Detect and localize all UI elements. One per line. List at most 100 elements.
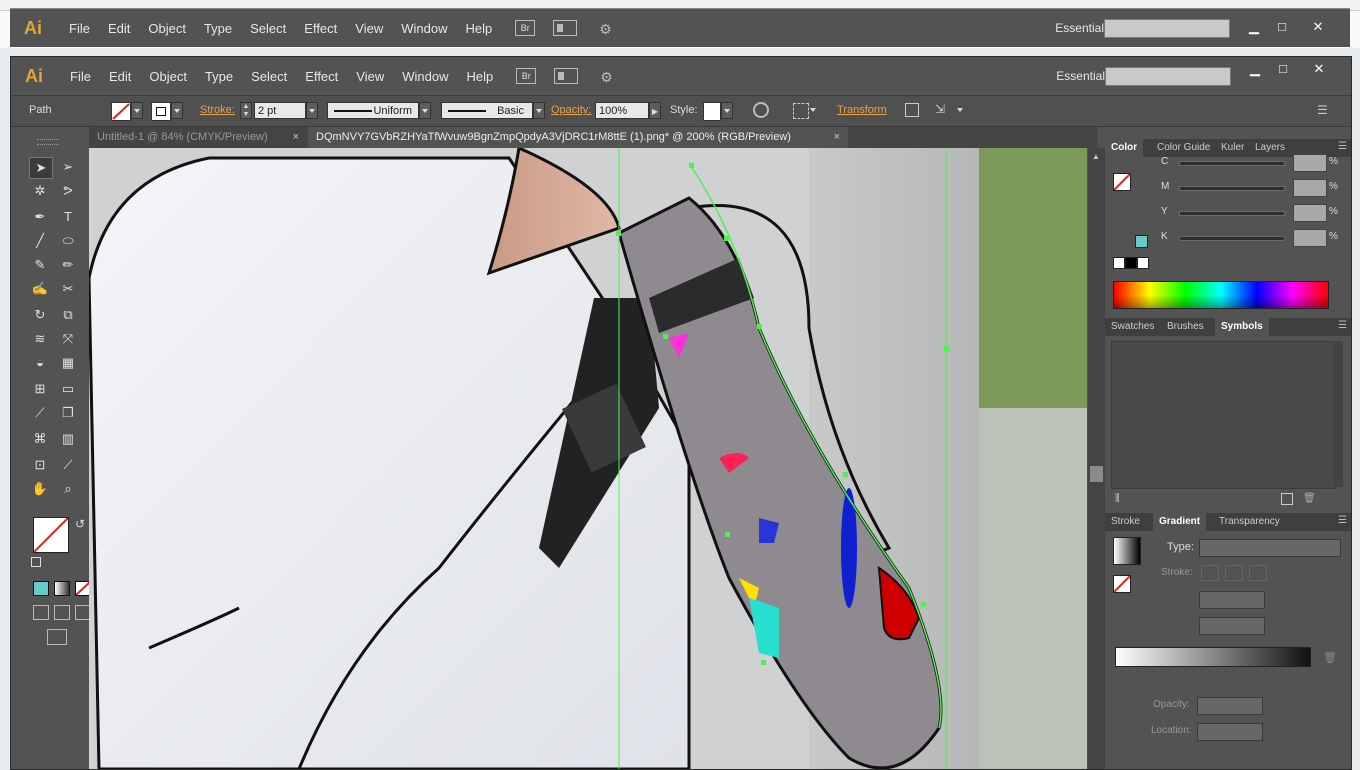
pen-tool-icon[interactable]: ✒ — [29, 207, 51, 227]
menu-edit[interactable]: Edit — [100, 69, 140, 84]
magic-wand-tool-icon[interactable]: ✲ — [29, 181, 51, 201]
gradient-preview[interactable] — [1113, 537, 1141, 565]
tab-untitled-1[interactable]: Untitled-1 @ 84% (CMYK/Preview) × — [89, 127, 307, 148]
new-symbol-icon[interactable] — [1281, 493, 1293, 505]
ellipse-tool-icon[interactable]: ⬭ — [57, 231, 79, 251]
bg-menu-select[interactable]: Select — [241, 21, 295, 36]
bg-minimize-button[interactable]: ▁ — [1244, 19, 1264, 35]
bg-search-input[interactable] — [1104, 18, 1230, 38]
tab-gradient[interactable]: Gradient — [1153, 513, 1207, 531]
panel-menu-icon[interactable]: ☰ — [1338, 320, 1347, 331]
bg-maximize-button[interactable]: □ — [1272, 19, 1292, 35]
tab-stroke[interactable]: Stroke — [1105, 513, 1146, 531]
pencil-tool-icon[interactable]: ✏ — [57, 255, 79, 275]
brush-dropdown[interactable] — [533, 102, 545, 119]
blend-tool-icon[interactable]: ❐ — [57, 403, 79, 423]
last-color-swatch[interactable] — [1135, 235, 1148, 248]
variable-width-profile[interactable]: Uniform — [327, 102, 419, 119]
gradient-slider[interactable] — [1115, 647, 1311, 667]
stroke-swatch[interactable] — [151, 102, 171, 121]
isolate-object-icon[interactable] — [905, 103, 919, 117]
menu-effect[interactable]: Effect — [296, 69, 347, 84]
symbol-sprayer-tool-icon[interactable]: ⌘ — [29, 429, 51, 449]
panel-menu-icon[interactable]: ☰ — [1338, 141, 1347, 152]
y-value-input[interactable] — [1293, 204, 1327, 222]
gradient-mode-icon[interactable] — [54, 581, 70, 596]
stroke-gradient-across-icon[interactable] — [1249, 565, 1267, 581]
c-value-input[interactable] — [1293, 154, 1327, 172]
shape-builder-options-icon[interactable]: ⇲ — [935, 102, 953, 118]
close-tab-icon[interactable]: × — [293, 127, 299, 148]
opacity-label[interactable]: Opacity: — [551, 104, 591, 116]
opacity-slider-button[interactable]: ▶ — [649, 102, 661, 119]
recolor-artwork-icon[interactable] — [753, 102, 769, 118]
stroke-gradient-along-icon[interactable] — [1225, 565, 1243, 581]
default-fill-stroke-icon[interactable] — [31, 557, 41, 567]
menu-select[interactable]: Select — [242, 69, 296, 84]
stroke-gradient-within-icon[interactable] — [1201, 565, 1219, 581]
scroll-up-icon[interactable]: ▲ — [1091, 152, 1101, 162]
bridge-icon[interactable]: Br — [515, 20, 536, 36]
c-slider[interactable] — [1179, 161, 1285, 166]
gradient-tool-icon[interactable]: ▭ — [57, 379, 79, 399]
style-dropdown[interactable] — [721, 102, 733, 119]
bg-menu-edit[interactable]: Edit — [99, 21, 139, 36]
gpu-performance-icon[interactable]: ⚙ — [599, 21, 619, 37]
k-value-input[interactable] — [1293, 229, 1327, 247]
menu-help[interactable]: Help — [457, 69, 502, 84]
tab-symbols[interactable]: Symbols — [1215, 318, 1269, 336]
zoom-tool-icon[interactable]: ⌕ — [57, 479, 79, 499]
paintbrush-tool-icon[interactable]: ✎ — [29, 255, 51, 275]
line-tool-icon[interactable]: ╱ — [29, 231, 51, 251]
warp-tool-icon[interactable]: ≋ — [29, 329, 51, 349]
menu-object[interactable]: Object — [140, 69, 196, 84]
none-color-swatch[interactable] — [1113, 257, 1125, 269]
m-slider[interactable] — [1179, 186, 1285, 191]
gradient-opacity-input[interactable] — [1197, 697, 1263, 715]
scissors-tool-icon[interactable]: ✂ — [57, 279, 79, 299]
vertical-scrollbar[interactable]: ▲ — [1088, 148, 1105, 769]
draw-normal-icon[interactable] — [33, 605, 49, 620]
black-color-swatch[interactable] — [1125, 257, 1137, 269]
stroke-weight-dropdown[interactable] — [306, 102, 318, 119]
menu-file[interactable]: File — [61, 69, 100, 84]
gradient-fill-swatch[interactable] — [1113, 575, 1131, 593]
white-color-swatch[interactable] — [1137, 257, 1149, 269]
gradient-type-select[interactable] — [1199, 539, 1341, 557]
swap-fill-stroke-icon[interactable]: ↺ — [75, 517, 85, 531]
symbols-scrollbar[interactable] — [1333, 341, 1343, 487]
transform-link[interactable]: Transform — [837, 104, 887, 116]
arrange-documents-icon[interactable] — [554, 68, 579, 84]
gpu-performance-icon[interactable]: ⚙ — [600, 69, 620, 85]
close-tab-icon[interactable]: × — [834, 127, 840, 148]
bg-menu-view[interactable]: View — [346, 21, 392, 36]
scale-tool-icon[interactable]: ⧉ — [57, 305, 79, 325]
bridge-icon[interactable]: Br — [516, 68, 537, 84]
minimize-button[interactable]: ▁ — [1245, 61, 1265, 77]
opacity-input[interactable]: 100% — [595, 102, 649, 119]
graphic-style-swatch[interactable] — [703, 102, 721, 121]
artboard-tool-icon[interactable]: ⊡ — [29, 455, 51, 475]
search-input[interactable] — [1105, 66, 1231, 86]
column-graph-tool-icon[interactable]: ▥ — [57, 429, 79, 449]
control-panel-menu-icon[interactable]: ☰ — [1317, 103, 1333, 117]
bg-menu-window[interactable]: Window — [392, 21, 456, 36]
gradient-location-input[interactable] — [1197, 723, 1263, 741]
bg-menu-type[interactable]: Type — [195, 21, 241, 36]
profile-dropdown[interactable] — [419, 102, 431, 119]
maximize-button[interactable]: □ — [1273, 61, 1293, 77]
bg-close-button[interactable]: ✕ — [1308, 19, 1328, 35]
m-value-input[interactable] — [1293, 179, 1327, 197]
gradient-angle-input[interactable] — [1199, 591, 1265, 609]
artboard-canvas[interactable] — [89, 148, 1087, 769]
color-spectrum[interactable] — [1113, 281, 1329, 309]
tab-active-document[interactable]: DQmNVY7GVbRZHYaTfWvuw9BgnZmpQpdyA3VjDRC1… — [308, 127, 848, 148]
align-dropdown[interactable] — [808, 102, 820, 119]
direct-selection-tool-icon[interactable]: ➢ — [57, 157, 79, 177]
shape-builder-tool-icon[interactable]: ◒ — [29, 353, 51, 373]
workspace-switcher[interactable]: Essentials — [1056, 69, 1111, 83]
bg-menu-object[interactable]: Object — [139, 21, 195, 36]
bg-menu-effect[interactable]: Effect — [295, 21, 346, 36]
slice-tool-icon[interactable]: ⟋ — [57, 455, 79, 475]
menu-type[interactable]: Type — [196, 69, 242, 84]
